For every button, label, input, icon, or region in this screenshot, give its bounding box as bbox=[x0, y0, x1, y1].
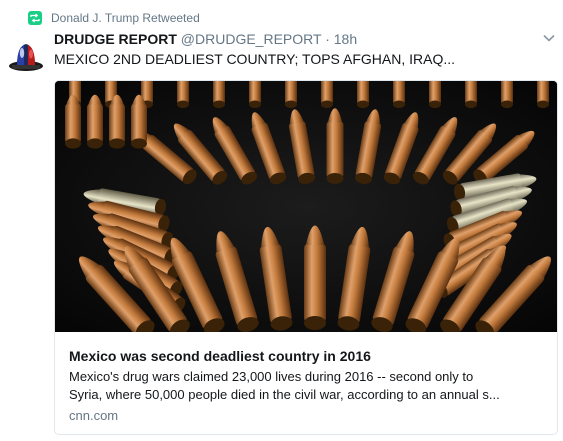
cartridge bbox=[393, 81, 405, 109]
card-description: Mexico's drug wars claimed 23,000 lives … bbox=[69, 368, 549, 404]
user-handle[interactable]: @DRUDGE_REPORT bbox=[181, 31, 322, 47]
cartridge bbox=[357, 81, 369, 109]
tweet-text: MEXICO 2ND DEADLIEST COUNTRY; TOPS AFGHA… bbox=[54, 51, 456, 67]
card-body[interactable]: Mexico was second deadliest country in 2… bbox=[55, 332, 557, 434]
card-title[interactable]: Mexico was second deadliest country in 2… bbox=[69, 348, 371, 364]
retweet-icon bbox=[28, 11, 42, 25]
cartridge bbox=[177, 81, 189, 109]
card-image[interactable] bbox=[55, 81, 557, 339]
cartridge bbox=[537, 81, 549, 109]
link-card[interactable]: Mexico was second deadliest country in 2… bbox=[54, 80, 558, 435]
cartridge bbox=[109, 94, 125, 149]
cartridge bbox=[321, 81, 333, 109]
cartridge bbox=[501, 81, 513, 109]
timestamp[interactable]: 18h bbox=[334, 31, 357, 47]
card-description-line-2: Syria, where 50,000 people died in the c… bbox=[69, 387, 500, 402]
cartridge bbox=[213, 81, 225, 109]
cartridge bbox=[131, 94, 147, 149]
bullets-image bbox=[55, 81, 557, 339]
retweeted-by-label[interactable]: Donald J. Trump Retweeted bbox=[51, 11, 200, 25]
cartridge bbox=[87, 94, 103, 149]
separator-dot: · bbox=[325, 31, 330, 47]
avatar[interactable] bbox=[8, 36, 44, 72]
retweet-context[interactable]: Donald J. Trump Retweeted bbox=[28, 10, 200, 26]
cartridge bbox=[249, 81, 261, 109]
cartridge bbox=[465, 81, 477, 109]
chevron-down-icon[interactable] bbox=[541, 31, 557, 45]
cartridge bbox=[429, 81, 441, 109]
cartridge bbox=[304, 225, 326, 331]
card-description-line-1: Mexico's drug wars claimed 23,000 lives … bbox=[69, 369, 474, 384]
tweet-header: DRUDGE REPORT @DRUDGE_REPORT · 18h bbox=[54, 31, 534, 49]
display-name[interactable]: DRUDGE REPORT bbox=[54, 31, 177, 47]
cartridge bbox=[65, 94, 81, 149]
card-domain[interactable]: cnn.com bbox=[69, 408, 118, 423]
siren-icon bbox=[8, 36, 44, 72]
cartridge bbox=[326, 108, 344, 184]
cartridge bbox=[285, 81, 297, 109]
